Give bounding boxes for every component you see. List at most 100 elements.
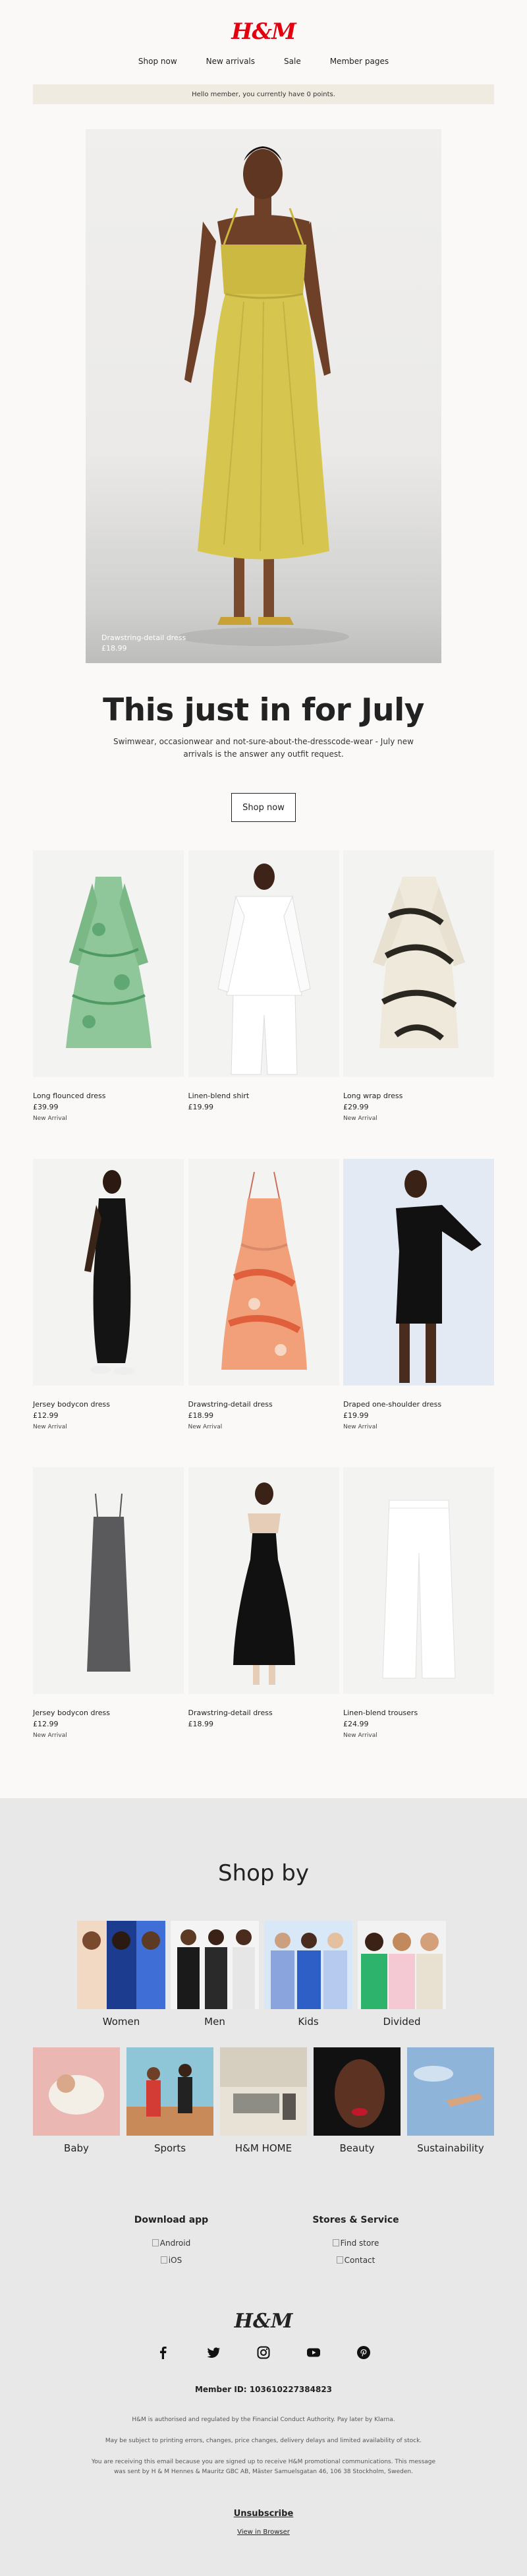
product-name[interactable]: Jersey bodycon dress bbox=[33, 1709, 184, 1717]
category-divided[interactable]: Divided bbox=[358, 1921, 446, 2028]
category-label: Kids bbox=[298, 2016, 319, 2028]
product-image[interactable] bbox=[343, 1467, 494, 1694]
nav-shop-now[interactable]: Shop now bbox=[124, 57, 192, 66]
hm-logo[interactable]: H&M bbox=[0, 18, 527, 45]
product-card[interactable]: Long wrap dress £29.99 New Arrival bbox=[343, 850, 494, 1122]
category-image[interactable] bbox=[264, 1921, 352, 2009]
apple-icon bbox=[160, 2256, 167, 2264]
ios-label: iOS bbox=[168, 2256, 182, 2265]
product-illustration bbox=[217, 864, 311, 1075]
view-in-browser-link[interactable]: View in Browser bbox=[0, 2529, 527, 2536]
product-card[interactable]: Jersey bodycon dress £12.99 New Arrival bbox=[33, 1467, 184, 1739]
android-link[interactable]: Android bbox=[105, 2239, 237, 2248]
product-card[interactable]: Linen-blend shirt £19.99 bbox=[188, 850, 339, 1122]
product-price: £19.99 bbox=[188, 1103, 214, 1111]
product-grid-row-3: Jersey bodycon dress £12.99 New Arrival … bbox=[33, 1467, 494, 1739]
nav-member-pages[interactable]: Member pages bbox=[316, 57, 403, 66]
hero-product-name: Drawstring-detail dress bbox=[101, 633, 186, 642]
product-tag: New Arrival bbox=[343, 1424, 377, 1430]
category-beauty[interactable]: Beauty bbox=[314, 2047, 401, 2154]
category-image[interactable] bbox=[33, 2047, 120, 2136]
product-image[interactable] bbox=[33, 1159, 184, 1386]
product-card[interactable]: Jersey bodycon dress £12.99 New Arrival bbox=[33, 1159, 184, 1430]
product-name[interactable]: Long wrap dress bbox=[343, 1092, 494, 1100]
category-image[interactable] bbox=[126, 2047, 213, 2136]
category-illustration bbox=[314, 2047, 401, 2136]
category-sports[interactable]: Sports bbox=[126, 2047, 213, 2154]
hero-image[interactable]: Drawstring-detail dress £18.99 bbox=[86, 129, 441, 663]
nav-new-arrivals[interactable]: New arrivals bbox=[192, 57, 269, 66]
contact-link[interactable]: Contact bbox=[290, 2256, 422, 2265]
category-image[interactable] bbox=[77, 1921, 165, 2009]
product-name[interactable]: Drawstring-detail dress bbox=[188, 1709, 339, 1717]
product-image[interactable] bbox=[343, 1159, 494, 1386]
product-name[interactable]: Drawstring-detail dress bbox=[188, 1400, 339, 1409]
find-store-label: Find store bbox=[340, 2239, 379, 2248]
category-image[interactable] bbox=[220, 2047, 307, 2136]
nav-sale[interactable]: Sale bbox=[269, 57, 316, 66]
category-label: Sports bbox=[153, 2142, 186, 2154]
product-tag: New Arrival bbox=[33, 1115, 67, 1122]
find-store-link[interactable]: Find store bbox=[290, 2239, 422, 2248]
category-baby[interactable]: Baby bbox=[33, 2047, 120, 2154]
category-illustration bbox=[33, 2047, 120, 2136]
category-hm-home[interactable]: H&M HOME bbox=[220, 2047, 307, 2154]
product-card[interactable]: Drawstring-detail dress £18.99 New Arriv… bbox=[188, 1159, 339, 1430]
category-sustainability[interactable]: Sustainability bbox=[407, 2047, 494, 2154]
category-label: Baby bbox=[64, 2142, 89, 2154]
product-image[interactable] bbox=[188, 1159, 339, 1386]
product-image[interactable] bbox=[188, 1467, 339, 1694]
hero-model-illustration bbox=[178, 146, 349, 646]
product-name[interactable]: Long flounced dress bbox=[33, 1092, 184, 1100]
product-image[interactable] bbox=[188, 850, 339, 1077]
product-card[interactable]: Long flounced dress £39.99 New Arrival bbox=[33, 850, 184, 1122]
shop-by-section: Shop by Women Men Kids Divided Baby Spor… bbox=[0, 1798, 527, 2576]
product-image[interactable] bbox=[33, 850, 184, 1077]
category-men[interactable]: Men bbox=[171, 1921, 259, 2028]
shop-now-button[interactable]: Shop now bbox=[231, 793, 296, 822]
category-image[interactable] bbox=[314, 2047, 401, 2136]
footer-hm-logo[interactable]: H&M bbox=[0, 2310, 527, 2333]
category-image[interactable] bbox=[358, 1921, 446, 2009]
product-card[interactable]: Draped one-shoulder dress £19.99 New Arr… bbox=[343, 1159, 494, 1430]
category-label: Women bbox=[102, 2016, 140, 2028]
product-image[interactable] bbox=[33, 1467, 184, 1694]
facebook-icon[interactable] bbox=[156, 2345, 171, 2360]
product-tag: New Arrival bbox=[343, 1115, 377, 1122]
category-women[interactable]: Women bbox=[77, 1921, 165, 2028]
product-price: £12.99 bbox=[33, 1720, 59, 1728]
member-id: Member ID: 103610227384823 bbox=[194, 2385, 333, 2394]
instagram-icon[interactable] bbox=[256, 2345, 271, 2360]
product-name[interactable]: Linen-blend shirt bbox=[188, 1092, 339, 1100]
category-image[interactable] bbox=[171, 1921, 259, 2009]
category-image[interactable] bbox=[407, 2047, 494, 2136]
download-app-column: Download app Android iOS bbox=[105, 2215, 237, 2273]
product-image[interactable] bbox=[343, 850, 494, 1077]
download-app-title: Download app bbox=[134, 2215, 209, 2225]
unsubscribe-link[interactable]: Unsubscribe bbox=[0, 2509, 527, 2519]
product-illustration bbox=[221, 1171, 307, 1370]
product-name[interactable]: Jersey bodycon dress bbox=[33, 1400, 184, 1409]
product-tag: New Arrival bbox=[343, 1732, 377, 1739]
product-illustration bbox=[66, 877, 152, 1048]
pinterest-icon[interactable] bbox=[356, 2345, 371, 2360]
category-illustration bbox=[126, 2047, 213, 2136]
android-icon bbox=[152, 2239, 159, 2246]
product-grid-row-2: Jersey bodycon dress £12.99 New Arrival … bbox=[33, 1159, 494, 1430]
product-card[interactable]: Linen-blend trousers £24.99 New Arrival bbox=[343, 1467, 494, 1739]
legal-text-disclaimer: May be subject to printing errors, chang… bbox=[105, 2438, 422, 2444]
product-illustration bbox=[396, 1170, 482, 1383]
product-card[interactable]: Drawstring-detail dress £18.99 bbox=[188, 1467, 339, 1739]
twitter-icon[interactable] bbox=[206, 2345, 221, 2360]
category-label: Beauty bbox=[339, 2142, 375, 2154]
product-name[interactable]: Draped one-shoulder dress bbox=[343, 1400, 494, 1409]
youtube-icon[interactable] bbox=[306, 2345, 321, 2360]
ios-link[interactable]: iOS bbox=[105, 2256, 237, 2265]
category-illustration bbox=[358, 1921, 446, 2009]
product-price: £24.99 bbox=[343, 1720, 369, 1728]
product-name[interactable]: Linen-blend trousers bbox=[343, 1709, 494, 1717]
product-grid-row-1: Long flounced dress £39.99 New Arrival L… bbox=[33, 850, 494, 1122]
contact-label: Contact bbox=[344, 2256, 375, 2265]
android-label: Android bbox=[159, 2239, 191, 2248]
category-kids[interactable]: Kids bbox=[264, 1921, 352, 2028]
